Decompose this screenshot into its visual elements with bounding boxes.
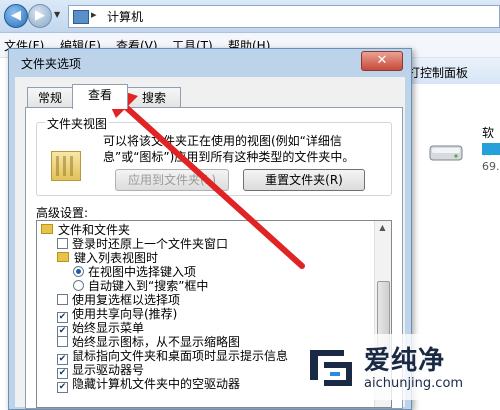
drive-usage-bar — [482, 143, 500, 155]
folder-views-title: 文件夹视图 — [45, 115, 110, 132]
tree-item[interactable]: ✔ 使用共享向导(推荐) — [57, 307, 177, 323]
tree-item[interactable]: 自动键入到“搜索”框中 — [73, 279, 208, 293]
watermark-logo-icon — [310, 350, 352, 386]
tree-item[interactable]: 键入列表视图时 — [57, 251, 158, 265]
folder-views-icon — [51, 151, 81, 181]
back-button[interactable]: ◀ — [4, 4, 28, 28]
computer-icon — [73, 10, 89, 24]
folder-icon — [41, 224, 53, 234]
watermark-url: aichunjing.com — [364, 376, 464, 391]
reset-folders-button[interactable]: 重置文件夹(R) — [243, 169, 365, 191]
tree-item[interactable]: 登录时还原上一个文件夹窗口 — [57, 237, 228, 251]
tree-item[interactable]: 始终显示图标，从不显示缩略图 — [57, 335, 240, 349]
tree-item[interactable]: 使用复选框以选择项 — [57, 293, 180, 307]
watermark: 爱纯净 aichunjing.com — [298, 334, 500, 400]
chevron-down-icon[interactable]: ▼ — [54, 10, 60, 19]
scroll-up-icon[interactable]: ▲ — [377, 223, 388, 235]
watermark-brand: 爱纯净 — [364, 346, 446, 376]
checkbox[interactable]: ✔ — [57, 382, 68, 393]
drive-size: 69.0 — [482, 160, 500, 173]
breadcrumb-separator[interactable]: ▸ — [91, 8, 97, 21]
explorer-titlebar: ◀ ▶ ▼ ▸ 计算机 — [0, 0, 500, 33]
tab-search[interactable]: 搜索 — [127, 87, 181, 108]
tree-item[interactable]: 在视图中选择键入项 — [73, 265, 196, 279]
apply-to-folders-button[interactable]: 应用到文件夹(L) — [115, 169, 229, 191]
tree-item[interactable]: ✔ 鼠标指向文件夹和桌面项时显示提示信息 — [57, 349, 288, 365]
dialog-title: 文件夹选项 — [21, 57, 82, 71]
forward-button[interactable]: ▶ — [28, 4, 52, 28]
radio-button[interactable] — [73, 280, 84, 291]
breadcrumb-computer[interactable]: 计算机 — [107, 8, 143, 25]
open-control-panel-button[interactable]: 打控制面板 — [408, 64, 468, 81]
tab-general[interactable]: 常规 — [27, 87, 73, 108]
tree-item[interactable]: ✔ 隐藏计算机文件夹中的空驱动器 — [57, 377, 240, 393]
folder-icon — [57, 252, 69, 262]
tree-item[interactable]: ✔ 显示驱动器号 — [57, 363, 144, 379]
close-button[interactable]: ✕ — [361, 51, 403, 71]
checkbox[interactable] — [57, 294, 68, 305]
address-bar[interactable]: ▸ 计算机 — [68, 5, 500, 28]
advanced-settings-label: 高级设置: — [36, 206, 89, 220]
hard-drive-icon[interactable] — [428, 140, 464, 164]
radio-button[interactable] — [73, 266, 84, 277]
checkbox[interactable] — [57, 238, 68, 249]
tab-view[interactable]: 查看 — [72, 84, 128, 109]
tree-item[interactable]: 文件和文件夹 — [41, 223, 130, 237]
folder-views-group: 文件夹视图 可以将该文件夹正在使用的视图(例如“详细信息”或“图标”)应用到所有… — [36, 115, 392, 196]
checkbox[interactable] — [57, 336, 68, 347]
folder-views-description: 可以将该文件夹正在使用的视图(例如“详细信息”或“图标”)应用到所有这种类型的文… — [103, 134, 355, 164]
tree-item[interactable]: ✔ 始终显示菜单 — [57, 321, 144, 337]
